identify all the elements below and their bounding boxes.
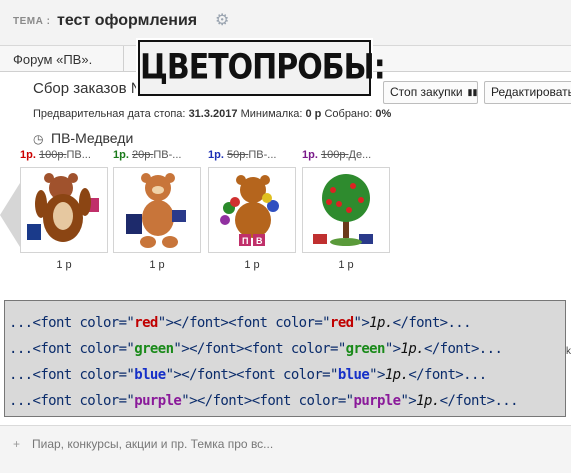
pause-icon: ▮▮ bbox=[467, 87, 478, 98]
code-line: ...<font color="red"></font><font color=… bbox=[9, 315, 472, 331]
code-text: "> bbox=[384, 341, 401, 357]
edit-label: Редактировать bbox=[491, 85, 571, 99]
code-text: </font>... bbox=[408, 367, 487, 383]
item-old-price: 100р. bbox=[38, 149, 67, 161]
color-code-box: ...<font color="red"></font><font color=… bbox=[4, 300, 566, 417]
svg-text:П: П bbox=[242, 236, 248, 246]
code-text: ...<font color=" bbox=[9, 393, 135, 409]
color-value: red bbox=[330, 315, 354, 331]
code-line: ...<font color="purple"></font><font col… bbox=[9, 393, 519, 409]
code-text: </font>... bbox=[423, 341, 503, 357]
code-text: </font>... bbox=[439, 393, 519, 409]
item-price: 1 р bbox=[244, 259, 260, 271]
price-text: 1р. bbox=[416, 393, 440, 409]
code-text: "></font><font color=" bbox=[181, 393, 354, 409]
group-title: ПВ-Медведи bbox=[51, 130, 134, 146]
clock-icon: ◷ bbox=[33, 132, 44, 146]
color-value: purple bbox=[353, 393, 401, 409]
item-caption: 1р. 100р.ПВ... bbox=[20, 149, 108, 163]
item-new-price: 1р. bbox=[208, 149, 224, 161]
item-new-price: 1р. bbox=[302, 149, 318, 161]
gallery-item[interactable]: 1р. 20р.ПВ-... 1 р bbox=[113, 149, 201, 271]
code-text: "> bbox=[369, 367, 385, 383]
min-label: Минималка: bbox=[240, 108, 303, 120]
price-text: 1р. bbox=[384, 367, 409, 383]
collected-value: 0% bbox=[375, 108, 392, 120]
edit-button[interactable]: Редактировать bbox=[484, 81, 571, 104]
gallery-item[interactable]: 1р. 100р.ПВ... 1 р bbox=[20, 149, 108, 271]
code-text: ...<font color=" bbox=[9, 315, 135, 331]
item-name: ПВ... bbox=[66, 149, 91, 161]
color-value: blue bbox=[134, 367, 166, 383]
item-new-price: 1р. bbox=[20, 149, 36, 161]
color-value: blue bbox=[337, 367, 370, 383]
color-value: red bbox=[134, 315, 158, 331]
item-price: 1 р bbox=[56, 259, 72, 271]
group-header[interactable]: ◷ ПВ-Медведи bbox=[33, 130, 133, 146]
forum-link[interactable]: Форум «ПВ». bbox=[13, 52, 92, 67]
code-text: ...<font color=" bbox=[9, 367, 135, 383]
code-text: "> bbox=[400, 393, 417, 409]
item-thumbnail[interactable]: ПВ bbox=[208, 167, 296, 253]
code-text: </font>... bbox=[392, 315, 472, 331]
code-text: "></font><font color=" bbox=[165, 367, 339, 383]
gallery-item[interactable]: 1р. 50р.ПВ-... П В 1 р bbox=[208, 149, 296, 271]
item-caption: 1р. 50р.ПВ-... bbox=[208, 149, 296, 163]
nav-divider bbox=[123, 46, 124, 72]
svg-text:В: В bbox=[256, 236, 263, 246]
item-price: 1 р bbox=[149, 259, 165, 271]
topic-title: тест оформления bbox=[57, 12, 198, 29]
code-line: ...<font color="blue"></font><font color… bbox=[9, 367, 487, 383]
stop-purchase-label: Стоп закупки bbox=[390, 85, 463, 99]
color-value: green bbox=[345, 341, 386, 357]
stop-purchase-button[interactable]: Стоп закупки ▮▮ bbox=[383, 81, 478, 104]
code-text: ...<font color=" bbox=[9, 341, 135, 357]
item-thumbnail[interactable] bbox=[20, 167, 108, 253]
side-letter: k bbox=[566, 346, 571, 357]
min-value: 0 р bbox=[305, 108, 322, 120]
topic-label: ТЕМА : bbox=[13, 16, 51, 27]
gallery-item[interactable]: 1р. 100р.Де... 1 р bbox=[302, 149, 390, 271]
plus-icon[interactable]: + bbox=[13, 437, 20, 451]
item-thumbnail[interactable] bbox=[113, 167, 201, 253]
product-gallery: 1р. 100р.ПВ... 1 р 1р. 20р.ПВ-... 1 р 1р. 50… bbox=[12, 149, 571, 273]
price-text: 1р. bbox=[369, 315, 393, 331]
banner-text: ЦВЕТОПРОБЫ: bbox=[140, 47, 386, 88]
promo-banner: ЦВЕТОПРОБЫ: bbox=[138, 40, 386, 96]
item-name: ПВ-... bbox=[248, 149, 277, 161]
item-thumbnail[interactable] bbox=[302, 167, 390, 253]
price-text: 1р. bbox=[400, 341, 424, 357]
order-info: Предварительная дата стопа: 31.3.2017 Ми… bbox=[33, 108, 391, 120]
item-old-price: 100р. bbox=[320, 149, 349, 161]
code-line: ...<font color="green"></font><font colo… bbox=[9, 341, 503, 357]
code-text: "></font><font color=" bbox=[173, 341, 346, 357]
stop-date-label: Предварительная дата стопа: bbox=[33, 108, 186, 120]
item-caption: 1р. 20р.ПВ-... bbox=[113, 149, 201, 163]
item-name: Де... bbox=[348, 149, 372, 161]
footer-topic-link[interactable]: Пиар, конкурсы, акции и пр. Темка про вс… bbox=[32, 437, 273, 451]
code-text: "></font><font color=" bbox=[157, 315, 331, 331]
code-text: "> bbox=[353, 315, 370, 331]
stop-date-value: 31.3.2017 bbox=[188, 108, 238, 120]
item-old-price: 20р. bbox=[131, 149, 154, 161]
footer-row: + Пиар, конкурсы, акции и пр. Темка про … bbox=[0, 425, 571, 473]
gear-icon[interactable]: ⚙ bbox=[215, 13, 231, 29]
item-caption: 1р. 100р.Де... bbox=[302, 149, 390, 163]
item-old-price: 50р. bbox=[226, 149, 249, 161]
color-value: purple bbox=[134, 393, 182, 409]
item-new-price: 1р. bbox=[113, 149, 129, 161]
collected-label: Собрано: bbox=[324, 108, 373, 120]
item-name: ПВ-... bbox=[153, 149, 182, 161]
item-price: 1 р bbox=[338, 259, 354, 271]
color-value: green bbox=[134, 341, 174, 357]
